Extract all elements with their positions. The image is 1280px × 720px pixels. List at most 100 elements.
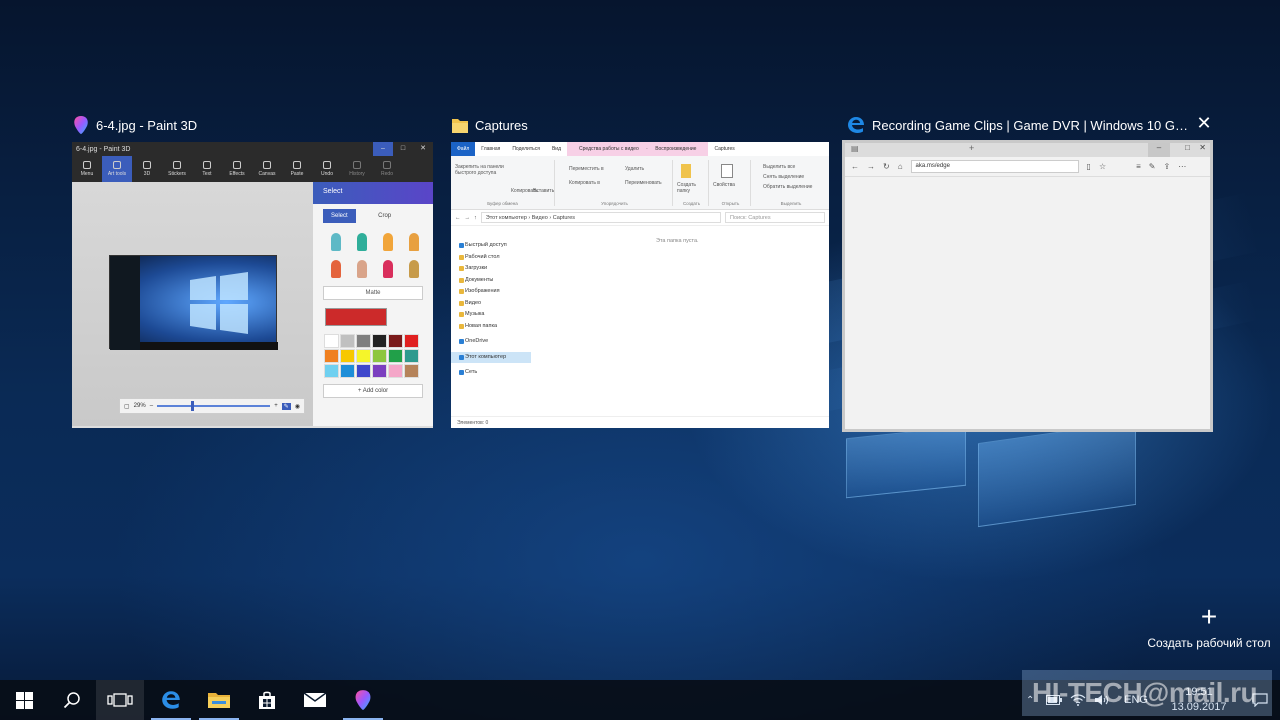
window-header: 6-4.jpg - Paint 3D (72, 114, 434, 136)
watercolor-icon (409, 233, 419, 251)
folder-icon (208, 693, 230, 708)
nav-item: Документы (451, 275, 531, 287)
network-button[interactable] (1066, 680, 1090, 720)
system-tray: ⌃ ENG 19:51 13.09.2017 (1018, 680, 1280, 720)
minimize-icon: – (373, 142, 393, 156)
palette-swatch (372, 334, 387, 348)
group-label: Открыть (721, 201, 740, 206)
status-bar: Элементов: 0 (451, 416, 829, 428)
taskbar-store-button[interactable] (243, 680, 291, 720)
paint3d-icon (355, 690, 371, 710)
more-icon: ⋯ (1178, 162, 1187, 171)
group-label: Создать (682, 201, 701, 206)
new-folder-button: Создать папку (677, 182, 697, 194)
pen-icon: ✎ (281, 402, 291, 410)
palette-swatch (372, 349, 387, 363)
action-center-button[interactable] (1240, 680, 1280, 720)
rename-button: Переименовать (625, 180, 662, 186)
crayon-icon (409, 260, 419, 278)
clock[interactable]: 19:51 13.09.2017 (1158, 685, 1240, 715)
ribbon-group-organize: Переместить в Копировать в Удалить Переи… (557, 160, 673, 206)
add-color-button: + Add color (323, 384, 423, 398)
paint3d-icon (74, 116, 88, 134)
task-view-icon (107, 693, 133, 707)
p3d-side-panel: Select Select Crop Matte + Add color (313, 182, 433, 426)
search-field: Поиск: Captures (725, 212, 825, 223)
palette-swatch (340, 334, 355, 348)
new-desktop-label: Создать рабочий стол (1147, 636, 1271, 650)
nav-item: Изображения (451, 286, 531, 298)
windows-logo-pane (978, 420, 1136, 528)
taskbar-explorer-button[interactable] (195, 680, 243, 720)
p3d-tool: Canvas (252, 156, 282, 182)
copy-to-button: Копировать в (569, 180, 600, 186)
close-icon: ✕ (420, 145, 426, 152)
back-icon: ← (851, 162, 859, 171)
task-view-window-paint3d[interactable]: 6-4.jpg - Paint 3D 6-4.jpg - Paint 3D – … (72, 114, 434, 428)
battery-button[interactable] (1042, 680, 1066, 720)
search-button[interactable] (48, 680, 96, 720)
tray-overflow-button[interactable]: ⌃ (1018, 680, 1042, 720)
ribbon-tab-file: Файл (451, 142, 476, 156)
delete-button: Удалить (625, 166, 645, 172)
palette-swatch (404, 364, 419, 378)
window-preview[interactable]: Файл Главная Поделиться Вид Средства раб… (451, 142, 829, 428)
pixel-pen-icon (331, 260, 341, 278)
volume-button[interactable] (1090, 680, 1114, 720)
empty-folder-message: Эта папка пуста. (656, 238, 699, 244)
invert-selection-button: Обратить выделение (763, 184, 813, 190)
p3d-tool: Effects (222, 156, 252, 182)
notes-icon: ✎ (1148, 162, 1156, 171)
p3d-tool: Paste (282, 156, 312, 182)
navigation-pane: Быстрый доступ Рабочий стол Загрузки Док… (451, 240, 531, 379)
wifi-icon (1070, 694, 1086, 706)
group-label: Буфер обмена (487, 201, 518, 206)
forward-icon: → (464, 214, 471, 221)
select-chip: Select (323, 209, 356, 223)
tab-preview-icon: ▤ (851, 144, 859, 153)
close-icon: ✕ (1199, 143, 1206, 152)
chevron-up-icon: ⌃ (1025, 694, 1035, 706)
ribbon-tab: Главная (481, 146, 501, 152)
p3d-tool-active: Art tools (102, 156, 132, 182)
clock-date: 13.09.2017 (1171, 701, 1227, 713)
p3d-canvas: ▢ 29% – + ✎ ◉ (72, 182, 313, 426)
window-preview[interactable]: 6-4.jpg - Paint 3D – □ ✕ Menu Art tools … (72, 142, 433, 428)
taskbar-mail-button[interactable] (291, 680, 339, 720)
taskbar-paint3d-button[interactable] (339, 680, 387, 720)
edge-tab-strip: ▤ + – □ ✕ (845, 143, 1210, 157)
start-button[interactable] (0, 680, 48, 720)
up-icon: ↑ (474, 214, 477, 221)
palette-swatch (356, 364, 371, 378)
language-indicator[interactable]: ENG (1114, 694, 1158, 706)
folder-icon (452, 119, 468, 133)
refresh-icon: ↻ (883, 162, 890, 171)
p3d-tool: Stickers (162, 156, 192, 182)
palette-swatch (356, 334, 371, 348)
window-preview[interactable]: ▤ + – □ ✕ ← → ↻ ⌂ aka.ms/edge ▯ ☆ ≡ ✎ ⇪ … (842, 140, 1213, 432)
folder-icon (681, 164, 691, 178)
ribbon-group-clipboard: Закрепить на панели быстрого доступа Коп… (451, 160, 555, 206)
p3d-tool: Redo (372, 156, 402, 182)
task-view-window-explorer[interactable]: Captures Файл Главная Поделиться Вид Сре… (451, 114, 829, 428)
forward-icon: → (867, 162, 875, 171)
ribbon: Закрепить на панели быстрого доступа Коп… (451, 156, 829, 210)
ribbon-tabs: Файл Главная Поделиться Вид Средства раб… (451, 142, 829, 156)
current-color-swatch (325, 308, 387, 326)
new-desktop-button[interactable]: + Создать рабочий стол (1146, 601, 1272, 651)
ribbon-group-new: Создать папку Создать (675, 160, 709, 206)
eye-icon: ◉ (294, 403, 300, 410)
window-title: Captures (475, 117, 528, 133)
close-window-button[interactable]: ✕ (1194, 114, 1214, 134)
zoom-value: 29% (133, 403, 146, 409)
properties-button: Свойства (713, 182, 735, 188)
plus-icon: + (1200, 601, 1218, 632)
palette-swatch (324, 334, 339, 348)
taskbar: ⌃ ENG 19:51 13.09.2017 (0, 680, 1280, 720)
palette-swatch (404, 334, 419, 348)
taskbar-edge-button[interactable] (147, 680, 195, 720)
task-view-window-edge[interactable]: Recording Game Clips | Game DVR | Window… (842, 114, 1214, 432)
edge-address-bar: ← → ↻ ⌂ aka.ms/edge ▯ ☆ ≡ ✎ ⇪ ⋯ (845, 157, 1210, 177)
task-view-button[interactable] (96, 680, 144, 720)
ribbon-group-select: Выделить все Снять выделение Обратить вы… (753, 160, 829, 206)
